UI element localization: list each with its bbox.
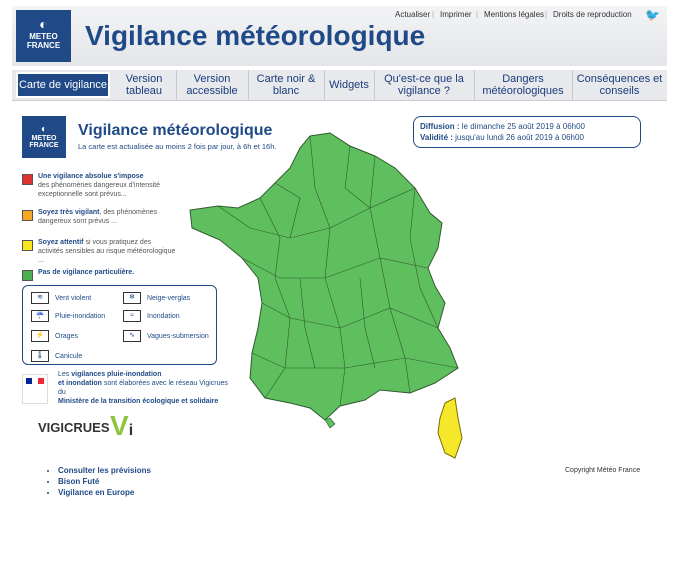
logo-icon: ◐ <box>39 16 48 32</box>
util-link-refresh[interactable]: Actualiser <box>395 10 430 19</box>
rain-flood-icon: ☔ <box>31 310 49 322</box>
main-nav: Carte de vigilance Version tableau Versi… <box>12 70 667 101</box>
france-vigilance-map[interactable] <box>180 128 470 468</box>
wind-icon: ≋ <box>31 292 49 304</box>
legend-swatch-orange <box>22 210 33 221</box>
storm-icon: ⚡ <box>31 330 49 342</box>
ministry-logo <box>22 374 48 404</box>
panel-logo: ◐ METEO FRANCE <box>22 116 66 158</box>
util-link-print[interactable]: Imprimer <box>440 10 472 19</box>
pyrenees-detail <box>324 417 336 429</box>
corsica <box>437 397 463 459</box>
tab-widgets[interactable]: Widgets <box>324 70 375 100</box>
vigicrues-emblem: Vi <box>110 410 134 441</box>
tab-version-accessible[interactable]: Version accessible <box>176 70 249 100</box>
twitter-icon[interactable]: 🐦 <box>645 8 660 22</box>
phenomenon-heat: 🌡 Canicule <box>31 350 82 362</box>
meteo-france-logo[interactable]: ◐ METEO FRANCE <box>16 10 71 62</box>
link-forecasts[interactable]: Consulter les prévisions <box>58 465 151 476</box>
legend-swatch-red <box>22 174 33 185</box>
link-bison-fute[interactable]: Bison Futé <box>58 476 151 487</box>
phenomenon-wind: ≋ Vent violent <box>31 292 91 304</box>
wave-icon: ∿ <box>123 330 141 342</box>
copyright: Copyright Météo France <box>565 467 641 474</box>
flood-icon: ≈ <box>123 310 141 322</box>
tab-carte-noir-blanc[interactable]: Carte noir & blanc <box>248 70 325 100</box>
tab-version-tableau[interactable]: Version tableau <box>112 70 177 100</box>
snow-icon: ❄ <box>123 292 141 304</box>
phenomenon-rain-flood: ☔ Pluie-inondation <box>31 310 105 322</box>
footer-links: Consulter les prévisions Bison Futé Vigi… <box>44 465 151 498</box>
tab-carte-vigilance[interactable]: Carte de vigilance <box>16 72 110 98</box>
phenomenon-storm: ⚡ Orages <box>31 330 78 342</box>
legend-swatch-yellow <box>22 240 33 251</box>
util-link-legal[interactable]: Mentions légales <box>484 10 544 19</box>
site-title: Vigilance météorologique <box>85 20 426 51</box>
link-europe[interactable]: Vigilance en Europe <box>58 487 151 498</box>
tab-consequences[interactable]: Conséquences et conseils <box>572 70 667 100</box>
heat-icon: 🌡 <box>31 350 49 362</box>
tab-dangers[interactable]: Dangers météorologiques <box>474 70 573 100</box>
util-link-rights[interactable]: Droits de reproduction <box>553 10 632 19</box>
phenomenon-flood: ≈ Inondation <box>123 310 180 322</box>
tab-qu-est-ce[interactable]: Qu'est-ce que la vigilance ? <box>374 70 475 100</box>
legend-swatch-green <box>22 270 33 281</box>
vigicrues-logo[interactable]: VIGICRUES <box>38 420 110 435</box>
